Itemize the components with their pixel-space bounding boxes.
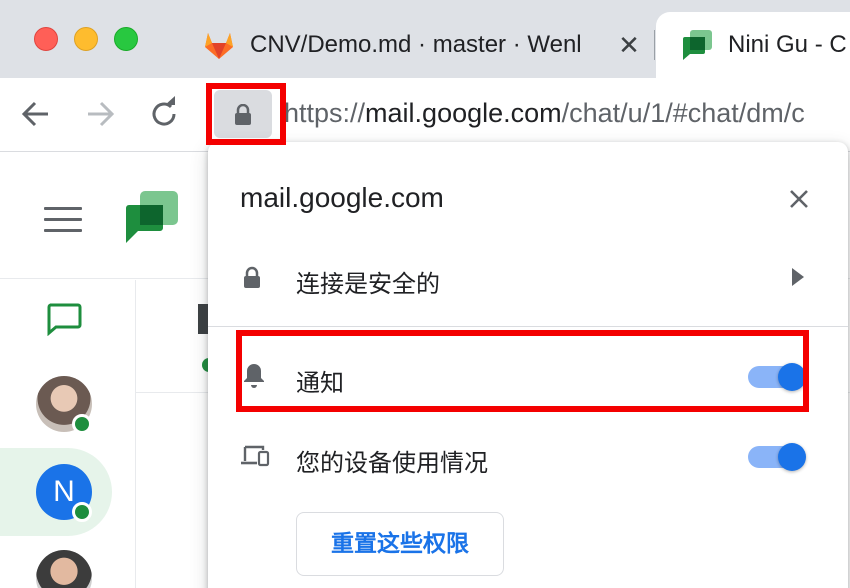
- reset-permissions-button[interactable]: 重置这些权限: [296, 512, 504, 576]
- url-scheme: https://: [284, 98, 366, 128]
- reload-button[interactable]: [144, 94, 184, 134]
- browser-toolbar: https://mail.google.com/chat/u/1/#chat/d…: [0, 78, 850, 152]
- online-indicator: [72, 502, 92, 522]
- arrow-left-icon: [21, 101, 48, 127]
- lock-icon: [244, 266, 260, 288]
- forward-button[interactable]: [80, 94, 120, 134]
- tab-google-chat[interactable]: Nini Gu - C: [656, 12, 850, 78]
- online-indicator: [72, 414, 92, 434]
- google-chat-icon: [683, 30, 712, 60]
- url-host: mail.google.com: [365, 98, 562, 128]
- tab-title: Nini Gu - C: [728, 31, 847, 58]
- connection-security-row[interactable]: 连接是安全的: [208, 248, 848, 308]
- tab-title: CNV/Demo.md · master · Wenl: [250, 31, 580, 58]
- connection-label: 连接是安全的: [296, 270, 440, 298]
- close-window-button[interactable]: [34, 27, 58, 51]
- close-icon[interactable]: [784, 184, 814, 214]
- avatar[interactable]: [36, 550, 92, 588]
- device-usage-toggle[interactable]: [748, 443, 806, 471]
- address-bar[interactable]: https://mail.google.com/chat/u/1/#chat/d…: [284, 98, 805, 129]
- tab-gitlab[interactable]: CNV/Demo.md · master · Wenl ✕: [190, 12, 650, 78]
- divider: [208, 326, 848, 327]
- chat-icon[interactable]: [46, 302, 82, 336]
- google-chat-logo: [126, 191, 178, 243]
- reload-icon: [152, 96, 176, 126]
- popup-domain: mail.google.com: [240, 182, 444, 213]
- annotation-highlight-notifications: [236, 330, 809, 412]
- devices-icon: [241, 445, 270, 467]
- main-menu-icon[interactable]: [44, 207, 82, 233]
- toggle-knob: [778, 443, 806, 471]
- url-path: /chat/u/1/#chat/dm/c: [561, 98, 805, 128]
- tab-strip: CNV/Demo.md · master · Wenl ✕ Nini Gu - …: [0, 0, 850, 78]
- annotation-highlight-lock: [206, 83, 286, 145]
- minimize-window-button[interactable]: [74, 27, 98, 51]
- zoom-window-button[interactable]: [114, 27, 138, 51]
- arrow-right-icon: [88, 101, 115, 127]
- chevron-right-icon: [792, 268, 804, 286]
- back-button[interactable]: [16, 94, 56, 134]
- close-tab-icon[interactable]: ✕: [614, 30, 644, 60]
- permission-row-device-usage: 您的设备使用情况: [208, 427, 848, 487]
- left-rail: N: [0, 280, 136, 588]
- gitlab-icon: [205, 33, 233, 59]
- tab-divider: [654, 30, 655, 60]
- permission-label: 您的设备使用情况: [296, 449, 488, 477]
